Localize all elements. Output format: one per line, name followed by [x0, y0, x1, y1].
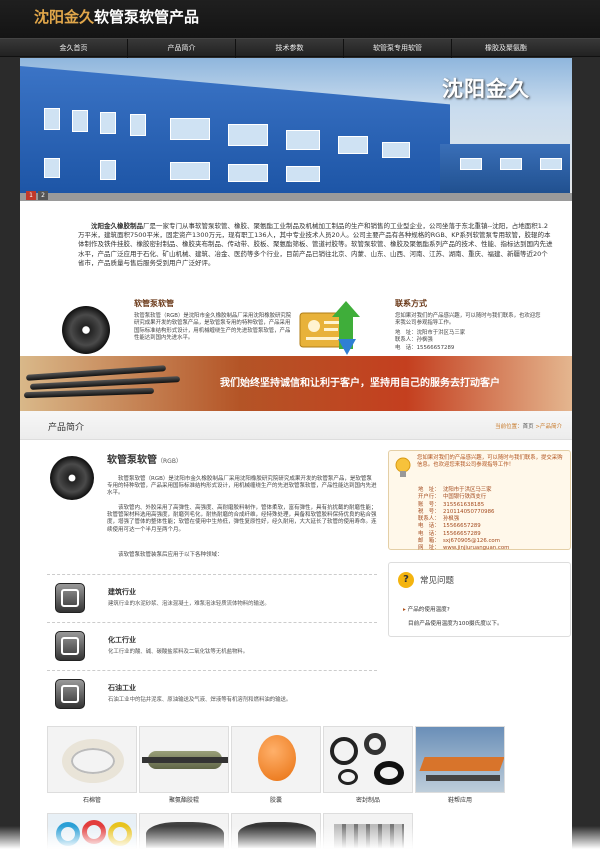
industry-name: 石油工业 [108, 684, 136, 692]
gallery-image-rubber-roll[interactable] [231, 813, 321, 849]
lightbulb-icon [395, 457, 411, 477]
site-logo[interactable]: 沈阳金久软管泵软管产品 [34, 6, 199, 27]
gallery-label[interactable]: 聚氨酯胶辊 [139, 795, 229, 804]
banner-title: 沈阳金久 [442, 77, 530, 101]
industry-description: 化工行业的酸、碱、碳酸盐浆料及二氧化钛等无机盐物料。 [108, 649, 249, 655]
nav-item-products[interactable]: 产品简介 [128, 39, 236, 58]
gallery-label[interactable]: 密封制品 [323, 795, 413, 804]
contact-detail-row: 邮 箱： sxj670905@126.com [418, 538, 500, 545]
hose-product-image [62, 306, 110, 354]
contact-card-icon [299, 301, 360, 355]
faq-question-link[interactable]: ▸ 产品的使用温度? [403, 605, 450, 613]
brand-name: 沈阳金久 [34, 8, 95, 26]
oil-pump-icon [55, 679, 85, 709]
faq-answer: 目前产品使用温度为100摄氏度以下。 [408, 621, 503, 627]
product-application-intro: 该软管泵软管装泵后应用于以下各种领域： [118, 552, 223, 558]
main-nav: 金久首页 产品简介 技术参数 软管泵专用软管 橡胶及聚氨酯 [0, 38, 600, 58]
contact-section-text: 您如果对我们的产品感兴趣，可以随时与我们联系，也欢迎您来我公司参观指导工作。 [395, 313, 541, 327]
contact-detail-row: 联系人： 孙枫强 [418, 516, 460, 523]
contact-detail-row: 电 话： 15566657289 [418, 530, 481, 537]
industry-item-chemical: 化工行业 化工行业的酸、碱、碳酸盐浆料及二氧化钛等无机盐物料。 [47, 622, 377, 668]
hero-banner: 沈阳金久 1 2 [20, 58, 572, 201]
contact-detail-row: 账 号： 315561638185 [418, 501, 485, 508]
product-hose-image [50, 456, 94, 500]
gallery-image-black-hose[interactable] [139, 813, 229, 849]
email-link[interactable]: sxj670905@126.com [443, 538, 500, 545]
site-header: 沈阳金久软管泵软管产品 [0, 0, 600, 38]
contact-detail-row: 地 址： 沈阳市于洪区马三家 [418, 487, 492, 493]
faq-title: 常见问题 [420, 576, 455, 586]
gallery-image-pu-roller[interactable] [139, 726, 229, 793]
industry-item-petroleum: 石油工业 石油工业中的钻井泥浆、原油输送及气液、焊液等有机溶剂和燃料油的输送。 [47, 670, 377, 716]
contact-row: 联系人：孙枫强 [395, 337, 433, 344]
slogan-text: 我们始终坚持诚信和让利于客户，坚持用自己的服务去打动客户 [220, 378, 500, 389]
contact-section-rows: 地 址：沈阳市于洪区马三家 联系人：孙枫强 电 话：15566657289 [395, 330, 543, 352]
panel-title: 产品简介 [48, 423, 85, 433]
nav-item-rubber-pu[interactable]: 橡胶及聚氨酯 [452, 39, 560, 58]
industry-description: 石油工业中的钻井泥浆、原油输送及气液、焊液等有机溶剂和燃料油的输送。 [108, 697, 292, 703]
ground [20, 193, 572, 201]
contact-box-intro: 您如果对我们的产品感兴趣，可以随时与我们联系，提交采购信息。也欢迎您来我公司参观… [417, 455, 563, 469]
slogan-banner: 我们始终坚持诚信和让利于客户，坚持用自己的服务去打动客户 [20, 356, 572, 411]
gallery-label[interactable]: 鞋帮应用 [415, 795, 505, 804]
factory-icon [55, 631, 85, 661]
banner-page-1[interactable]: 1 [26, 191, 36, 200]
gallery-image-shoe-application[interactable] [415, 726, 505, 793]
contact-box: 您如果对我们的产品感兴趣，可以随时与我们联系，提交采购信息。也欢迎您来我公司参观… [388, 450, 571, 553]
gallery-image-parts[interactable] [323, 813, 413, 849]
gallery-label[interactable]: 石棉管 [47, 795, 137, 804]
gallery-image-bladder[interactable] [231, 726, 321, 793]
construction-icon [55, 583, 85, 613]
breadcrumb: 当前位置：首页 >产品简介 [495, 424, 562, 430]
banner-page-2[interactable]: 2 [38, 191, 48, 200]
contact-detail-row: 网 址： www.jinjiuruanguan.com [418, 545, 510, 552]
contact-detail-row: 电 话： 15566657289 [418, 523, 481, 530]
gallery-image-asbestos-hose[interactable] [47, 726, 137, 793]
panel-header: 产品简介 当前位置：首页 >产品简介 [20, 411, 572, 440]
website-link[interactable]: www.jinjiuruanguan.com [443, 545, 509, 552]
nav-item-home[interactable]: 金久首页 [20, 39, 128, 58]
industry-name: 化工行业 [108, 636, 136, 644]
hose-pipe-image [23, 387, 155, 399]
industry-description: 建筑行业的水泥砂浆、泡沫混凝土，难泵泡沫轻质流体物料的输送。 [108, 601, 270, 607]
nav-item-pump-hose[interactable]: 软管泵专用软管 [344, 39, 452, 58]
contact-box-details: 地 址： 沈阳市于洪区马三家 开户行： 中国银行铁西支行 账 号： 315561638… [418, 487, 568, 553]
product-detail-paragraph: 该软管内、外胶采用了高弹性、高强度、高耐磨胶料制作，管体柔软，富有弹性，具有抗扰… [107, 505, 377, 533]
product-intro-paragraph: 软管泵软管（RGB）是沈阳市金久橡胶制品厂采用沈阳橡胶研究院研究成果开发的软管泵… [107, 476, 377, 497]
industry-name: 建筑行业 [108, 588, 136, 596]
gallery-image-seals[interactable] [323, 726, 413, 793]
gallery-label[interactable]: 胶囊 [231, 795, 321, 804]
hose-section-text: 软管泵软管（RGB）是沈阳市金久橡胶制品厂采用沈阳橡胶研究院研究成果开发的软管泵… [134, 313, 292, 341]
gallery-image-colored-rings[interactable] [47, 813, 137, 849]
brand-tagline: 软管泵软管产品 [94, 8, 200, 26]
company-name: 沈阳金久橡胶制品 [91, 222, 143, 230]
contact-row: 电 话：15566657289 [395, 344, 455, 351]
breadcrumb-home-link[interactable]: 首页 [523, 424, 534, 430]
contact-detail-row: 税 号： 210114050770986 [418, 508, 495, 515]
question-icon: ? [398, 572, 414, 588]
nav-item-specs[interactable]: 技术参数 [236, 39, 344, 58]
contact-section-title: 联系方式 [395, 299, 427, 308]
hose-section-title: 软管泵软管 [134, 299, 174, 308]
about-text: 沈阳金久橡胶制品厂是一家专门从事软管泵软管、橡胶、聚氨酯工业制品及机械加工制品的… [78, 222, 553, 267]
contact-detail-row: 开户行： 中国银行铁西支行 [418, 494, 487, 501]
industry-item-construction: 建筑行业 建筑行业的水泥砂浆、泡沫混凝土，难泵泡沫轻质流体物料的输送。 [47, 574, 377, 620]
faq-box: ? 常见问题 ▸ 产品的使用温度? 目前产品使用温度为100摄氏度以下。 [388, 562, 571, 637]
product-title: 软管泵软管（RGB） [107, 455, 182, 466]
